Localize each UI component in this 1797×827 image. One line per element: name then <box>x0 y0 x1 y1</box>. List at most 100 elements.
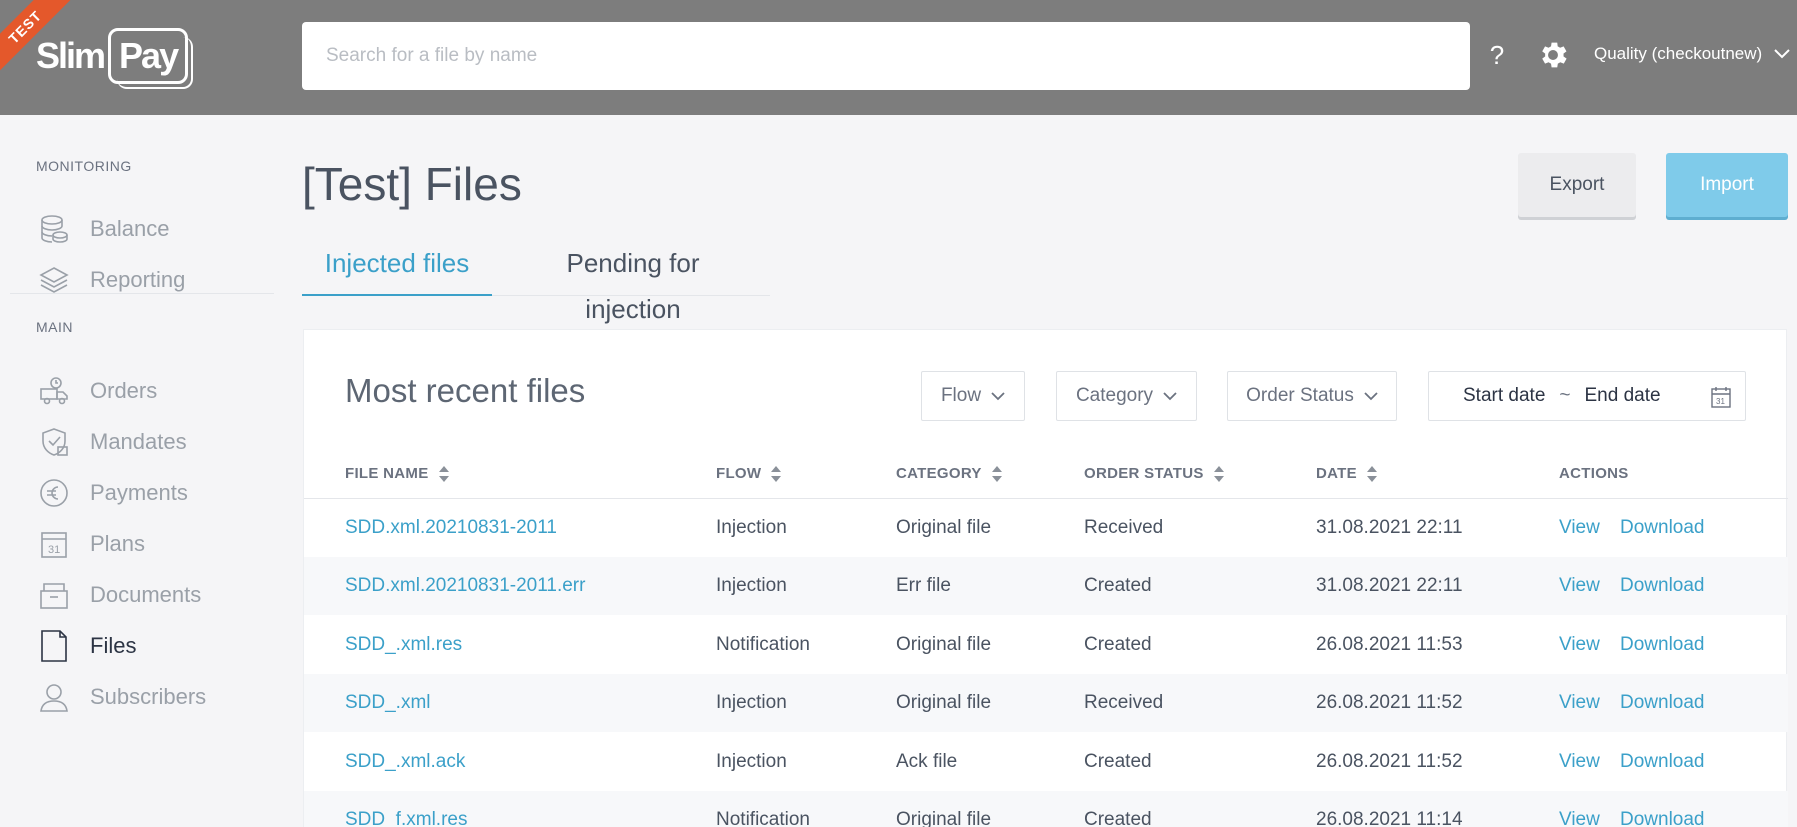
files-card: Most recent files Flow Category Order St… <box>303 329 1788 827</box>
sidebar-item-label: Plans <box>90 531 146 556</box>
sidebar-item-subscribers[interactable]: Subscribers <box>36 677 206 717</box>
flow-cell: Notification <box>716 634 810 655</box>
column-header-file-name[interactable]: FILE NAME <box>345 465 449 482</box>
delivery-truck-icon <box>36 373 72 409</box>
column-header-order-status[interactable]: ORDER STATUS <box>1084 465 1224 482</box>
shield-check-icon <box>36 424 72 460</box>
flow-cell: Injection <box>716 751 787 772</box>
status-cell: Received <box>1084 692 1164 713</box>
sidebar-item-payments[interactable]: Payments <box>36 473 188 513</box>
flow-cell: Injection <box>716 692 787 713</box>
download-link[interactable]: Download <box>1620 575 1705 597</box>
view-link[interactable]: View <box>1559 517 1600 539</box>
date-cell: 26.08.2021 11:52 <box>1316 692 1463 713</box>
archive-box-icon <box>36 577 72 613</box>
category-cell: Err file <box>896 575 951 596</box>
account-label: Quality (checkoutnew) <box>1594 44 1763 63</box>
start-date-input[interactable]: Start date <box>1463 385 1545 407</box>
file-name-link[interactable]: SDD_.xml.ack <box>345 751 465 773</box>
download-link[interactable]: Download <box>1620 634 1705 656</box>
column-header-label: DATE <box>1316 465 1357 482</box>
category-cell: Original file <box>896 692 992 713</box>
flow-cell: Injection <box>716 517 787 538</box>
sidebar-item-label: Balance <box>90 216 170 241</box>
table-row: SDD.xml.20210831-2011.err Injection Err … <box>304 557 1788 615</box>
sort-icon <box>438 465 449 482</box>
flow-cell: Injection <box>716 575 787 596</box>
date-cell: 26.08.2021 11:53 <box>1316 634 1463 655</box>
column-header-category[interactable]: CATEGORY <box>896 465 1002 482</box>
file-name-link[interactable]: SDD.xml.20210831-2011 <box>345 517 557 539</box>
download-link[interactable]: Download <box>1620 692 1705 714</box>
sidebar-item-balance[interactable]: Balance <box>36 209 170 249</box>
sidebar-item-label: Reporting <box>90 267 186 292</box>
import-button[interactable]: Import <box>1666 153 1788 217</box>
file-name-link[interactable]: SDD.xml.20210831-2011.err <box>345 575 585 597</box>
category-cell: Original file <box>896 517 992 538</box>
sidebar-item-label: Subscribers <box>90 684 207 709</box>
account-switcher[interactable]: Quality (checkoutnew) <box>1594 44 1790 64</box>
file-icon <box>36 628 72 664</box>
status-cell: Created <box>1084 751 1152 772</box>
sort-icon <box>1366 465 1377 482</box>
order-status-filter[interactable]: Order Status <box>1227 371 1397 421</box>
download-link[interactable]: Download <box>1620 809 1705 827</box>
calendar-icon[interactable]: 31 <box>1711 386 1731 408</box>
calendar-icon: 31 <box>36 526 72 562</box>
table-row: SDD_.xml Injection Original file Receive… <box>304 674 1788 732</box>
download-link[interactable]: Download <box>1620 517 1705 539</box>
card-title: Most recent files <box>345 372 586 409</box>
export-button[interactable]: Export <box>1518 153 1636 217</box>
category-cell: Original file <box>896 809 992 827</box>
category-filter[interactable]: Category <box>1056 371 1197 421</box>
download-link[interactable]: Download <box>1620 751 1705 773</box>
file-name-link[interactable]: SDD_f.xml.res <box>345 809 467 827</box>
sort-icon <box>771 465 782 482</box>
sidebar-item-orders[interactable]: Orders <box>36 371 157 411</box>
date-cell: 31.08.2021 22:11 <box>1316 517 1463 538</box>
sidebar-item-files[interactable]: Files <box>36 626 136 666</box>
slimpay-logo[interactable]: Slim Pay <box>36 22 194 90</box>
end-date-input[interactable]: End date <box>1585 385 1661 407</box>
chevron-down-icon <box>1774 49 1790 59</box>
column-header-flow[interactable]: FLOW <box>716 465 782 482</box>
settings-button[interactable] <box>1536 38 1570 72</box>
file-search-input[interactable] <box>302 22 1470 90</box>
view-link[interactable]: View <box>1559 692 1600 714</box>
sidebar-item-reporting[interactable]: Reporting <box>36 260 185 300</box>
view-link[interactable]: View <box>1559 634 1600 656</box>
view-link[interactable]: View <box>1559 575 1600 597</box>
chevron-down-icon <box>1163 391 1177 400</box>
section-monitoring-label: MONITORING <box>36 158 132 174</box>
date-cell: 26.08.2021 11:14 <box>1316 809 1463 827</box>
top-header: TEST Slim Pay ? Quality (checkoutnew) <box>0 0 1797 115</box>
file-name-link[interactable]: SDD_.xml <box>345 692 431 714</box>
sidebar-item-documents[interactable]: Documents <box>36 575 201 615</box>
file-name-link[interactable]: SDD_.xml.res <box>345 634 462 656</box>
sidebar-item-label: Orders <box>90 378 158 403</box>
order-status-filter-label: Order Status <box>1246 385 1354 406</box>
flow-filter[interactable]: Flow <box>921 371 1025 421</box>
chevron-down-icon <box>1364 391 1378 400</box>
sidebar-item-label: Mandates <box>90 429 187 454</box>
euro-icon <box>36 475 72 511</box>
tab-injected-files[interactable]: Injected files <box>302 240 492 296</box>
help-button[interactable]: ? <box>1484 38 1510 72</box>
view-link[interactable]: View <box>1559 809 1600 827</box>
date-range-picker[interactable]: Start date ~ End date 31 <box>1428 371 1746 421</box>
column-header-actions: ACTIONS <box>1559 465 1629 482</box>
table-row: SDD.xml.20210831-2011 Injection Original… <box>304 499 1788 557</box>
table-row: SDD_.xml.res Notification Original file … <box>304 616 1788 674</box>
column-header-label: FLOW <box>716 465 762 482</box>
column-header-label: FILE NAME <box>345 465 429 482</box>
coins-icon <box>36 211 72 247</box>
sidebar: MONITORING Balance Reporting MAIN Orders… <box>0 115 280 827</box>
svg-text:31: 31 <box>48 544 60 556</box>
category-cell: Ack file <box>896 751 958 772</box>
view-link[interactable]: View <box>1559 751 1600 773</box>
status-cell: Created <box>1084 634 1152 655</box>
tab-pending-for-injection[interactable]: Pending for injection <box>518 240 748 324</box>
sidebar-item-plans[interactable]: 31 Plans <box>36 524 145 564</box>
column-header-date[interactable]: DATE <box>1316 465 1377 482</box>
sidebar-item-mandates[interactable]: Mandates <box>36 422 187 462</box>
